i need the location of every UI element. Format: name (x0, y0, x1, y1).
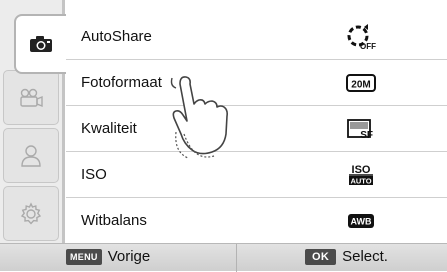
video-camera-icon (18, 88, 44, 108)
svg-text:OFF: OFF (360, 42, 376, 51)
quality-superfine-icon: SF (346, 115, 376, 143)
iso-auto-icon: ISO AUTO (346, 161, 376, 189)
menu-item-label: AutoShare (81, 28, 152, 45)
tab-settings[interactable] (3, 186, 59, 241)
svg-text:20M: 20M (351, 80, 370, 91)
menu-item-photo-size[interactable]: Fotoformaat 20M (66, 60, 447, 106)
white-balance-auto-icon: AWB (346, 207, 376, 235)
tab-strip (0, 0, 66, 243)
svg-text:ISO: ISO (352, 164, 371, 176)
tab-video[interactable] (3, 70, 59, 125)
ok-key-icon: OK (305, 249, 337, 265)
svg-text:SF: SF (360, 130, 373, 140)
menu-item-quality[interactable]: Kwaliteit SF (66, 106, 447, 152)
bottom-button-bar: MENU Vorige OK Select. (0, 243, 447, 272)
tab-photo[interactable] (14, 14, 66, 74)
gear-icon (19, 201, 43, 226)
menu-item-iso[interactable]: ISO ISO AUTO (66, 152, 447, 198)
camera-settings-screen: AutoShare OFF Fotoformaat 20M Kwaliteit (0, 0, 447, 272)
svg-text:AUTO: AUTO (350, 177, 371, 186)
photo-size-icon: 20M (346, 69, 376, 97)
autoshare-off-icon: OFF (346, 23, 376, 51)
back-button[interactable]: MENU Vorige (66, 247, 150, 267)
select-label: Select. (342, 248, 388, 265)
back-label: Vorige (107, 248, 151, 265)
svg-text:AWB: AWB (351, 217, 372, 227)
menu-key-icon: MENU (66, 249, 102, 265)
select-button[interactable]: OK Select. (305, 247, 388, 267)
menu-item-white-balance[interactable]: Witbalans AWB (66, 198, 447, 244)
menu-item-label: Kwaliteit (81, 120, 137, 137)
menu-item-label: Witbalans (81, 212, 147, 229)
user-profile-icon (20, 144, 42, 168)
menu-item-autoshare[interactable]: AutoShare OFF (66, 14, 447, 60)
tab-profile[interactable] (3, 128, 59, 183)
menu-item-label: Fotoformaat (81, 74, 162, 91)
settings-menu-list: AutoShare OFF Fotoformaat 20M Kwaliteit (66, 14, 447, 243)
menu-item-label: ISO (81, 166, 107, 183)
divider (236, 244, 237, 272)
camera-icon (29, 35, 53, 53)
